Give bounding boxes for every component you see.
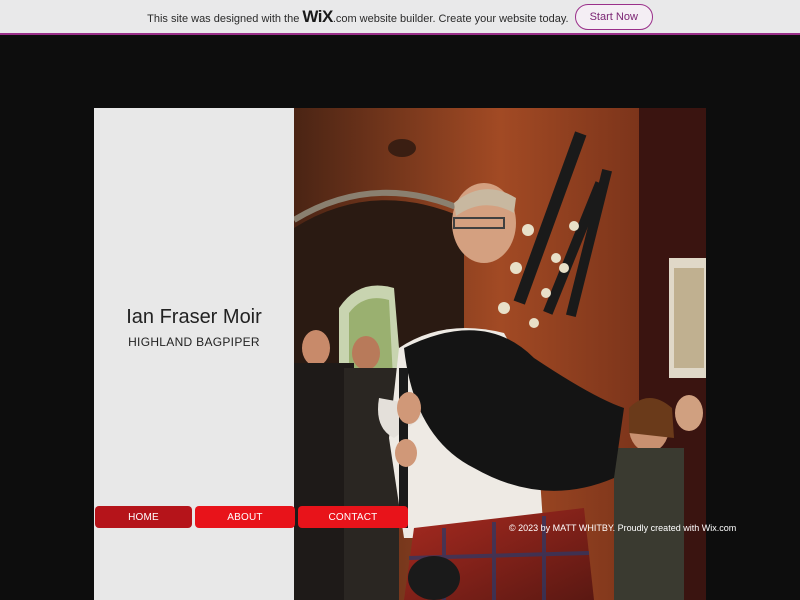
site-subtitle: HIGHLAND BAGPIPER: [128, 335, 260, 349]
footer-credit: © 2023 by MATT WHITBY. Proudly created w…: [509, 523, 737, 533]
banner-text-after: website builder. Create your website tod…: [359, 12, 569, 25]
nav-about[interactable]: ABOUT: [195, 506, 295, 528]
start-now-button[interactable]: Start Now: [574, 3, 653, 30]
nav-contact[interactable]: CONTACT: [298, 506, 408, 528]
wix-promo-banner: This site was designed with the WiX .com …: [0, 0, 800, 35]
banner-message: This site was designed with the WiX .com …: [147, 7, 568, 27]
wix-logo[interactable]: WiX: [302, 7, 333, 27]
nav-home[interactable]: HOME: [95, 506, 192, 528]
site-title: Ian Fraser Moir: [126, 306, 262, 328]
wix-logo-suffix: .com: [332, 12, 357, 25]
banner-text-before: This site was designed with the: [147, 12, 300, 25]
